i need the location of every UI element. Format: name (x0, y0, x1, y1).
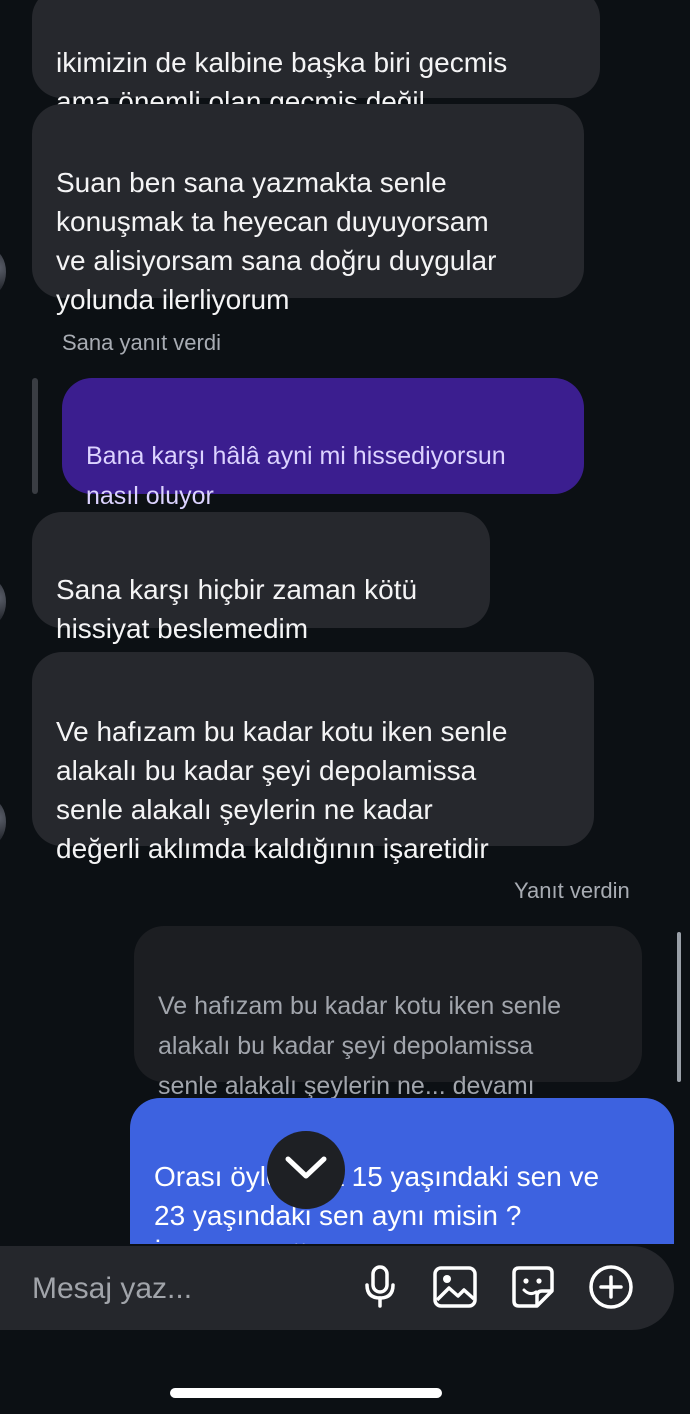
message-input[interactable] (30, 1264, 334, 1314)
message-composer (0, 1246, 674, 1330)
microphone-icon (363, 1264, 397, 1314)
scroll-to-bottom-button[interactable] (267, 1131, 345, 1209)
sticker-button[interactable] (510, 1265, 556, 1314)
chevron-down-icon (284, 1155, 328, 1186)
gallery-button[interactable] (432, 1265, 478, 1313)
image-icon (433, 1265, 477, 1313)
outgoing-clip: Orası öyle ama 15 yaşındaki sen ve 23 ya… (0, 0, 690, 1244)
outgoing-message[interactable]: Orası öyle ama 15 yaşındaki sen ve 23 ya… (130, 1098, 674, 1244)
add-button[interactable] (588, 1264, 634, 1315)
sticker-icon (511, 1265, 555, 1314)
plus-circle-icon (588, 1264, 634, 1315)
microphone-button[interactable] (357, 1264, 403, 1314)
home-indicator[interactable] (170, 1388, 442, 1398)
message-text: Orası öyle ama 15 yaşındaki sen ve 23 ya… (154, 1161, 600, 1244)
